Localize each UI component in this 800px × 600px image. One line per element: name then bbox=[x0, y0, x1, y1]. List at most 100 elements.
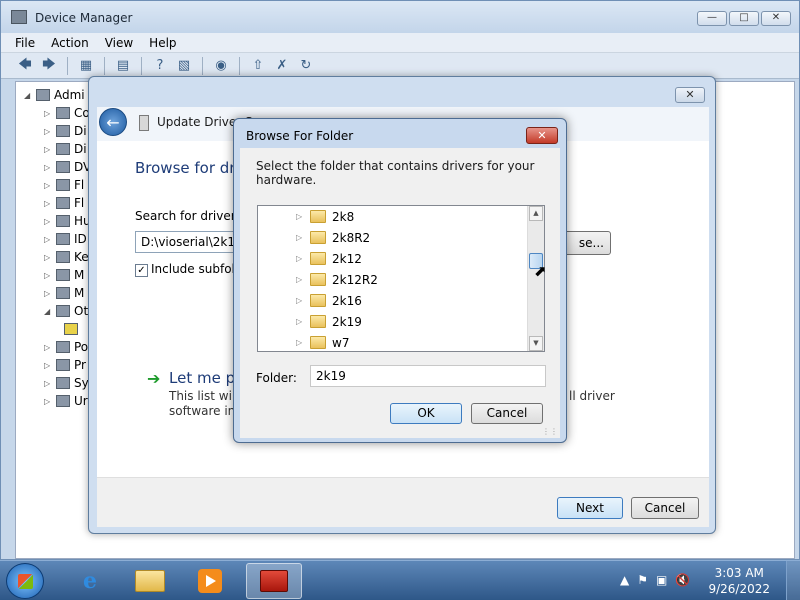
expand-arrow-icon[interactable]: ▷ bbox=[296, 233, 304, 242]
driver-path-input[interactable]: D:\vioserial\2k19 bbox=[135, 231, 243, 253]
wizard-close-button[interactable]: ✕ bbox=[675, 87, 705, 103]
resize-grip-icon[interactable]: ⋮⋮ bbox=[542, 427, 558, 436]
tree-item[interactable]: ▷ Ur bbox=[44, 392, 88, 410]
back-button[interactable]: ← bbox=[99, 108, 127, 136]
tree-item[interactable]: ▷ Ke bbox=[44, 248, 89, 266]
internet-explorer-button[interactable]: e bbox=[62, 563, 118, 599]
start-button[interactable] bbox=[6, 563, 44, 599]
back-arrow-icon[interactable]: 🡄 bbox=[15, 57, 35, 75]
expand-arrow-icon[interactable]: ▷ bbox=[44, 127, 52, 136]
floppy-controller-icon bbox=[56, 179, 70, 191]
expand-arrow-icon[interactable]: ▷ bbox=[44, 253, 52, 262]
windows-logo-icon bbox=[18, 574, 33, 589]
expand-arrow-icon[interactable]: ▷ bbox=[44, 379, 52, 388]
folder-item[interactable]: ▷ w7 bbox=[296, 332, 350, 351]
tree-item[interactable]: ▷ Fl bbox=[44, 176, 84, 194]
expand-arrow-icon[interactable]: ▷ bbox=[44, 163, 52, 172]
menu-help[interactable]: Help bbox=[149, 36, 176, 50]
next-button[interactable]: Next bbox=[557, 497, 623, 519]
expand-arrow-icon[interactable]: ▷ bbox=[44, 199, 52, 208]
expand-arrow-icon[interactable]: ▷ bbox=[44, 109, 52, 118]
folder-item[interactable]: ▷ 2k12 bbox=[296, 248, 362, 269]
scroll-up-button[interactable]: ▲ bbox=[529, 206, 543, 221]
tree-root[interactable]: ◢ Admi bbox=[24, 86, 85, 104]
network-icon[interactable]: ▣ bbox=[656, 573, 667, 587]
menu-bar: File Action View Help bbox=[1, 33, 799, 53]
folder-tree[interactable]: ▷ 2k8 ▷ 2k8R2 ▷ 2k12 ▷ 2k12R2 ▷ 2k16 ▷ 2k19 ▷ w… bbox=[257, 205, 545, 352]
device-manager-taskbar-button[interactable] bbox=[246, 563, 302, 599]
forward-arrow-icon[interactable]: 🡆 bbox=[39, 57, 59, 75]
tree-item[interactable]: ▷ Di bbox=[44, 140, 87, 158]
folder-item[interactable]: ▷ 2k8 bbox=[296, 206, 354, 227]
expand-arrow-icon[interactable]: ▷ bbox=[44, 217, 52, 226]
tree-item[interactable]: ▷ Pr bbox=[44, 356, 86, 374]
toolbar-separator bbox=[141, 56, 142, 75]
folder-input[interactable]: 2k19 bbox=[310, 365, 546, 387]
properties-icon[interactable]: ▤ bbox=[113, 57, 133, 75]
action-pane-icon[interactable]: ▧ bbox=[174, 57, 194, 75]
expand-arrow-icon[interactable]: ▷ bbox=[44, 145, 52, 154]
expand-arrow-icon[interactable]: ▷ bbox=[296, 212, 304, 221]
include-subfolders-checkbox[interactable]: ✓ bbox=[135, 264, 148, 277]
tree-item[interactable]: ▷ Fl bbox=[44, 194, 84, 212]
cancel-button[interactable]: Cancel bbox=[631, 497, 699, 519]
tree-item[interactable]: ▷ Sy bbox=[44, 374, 89, 392]
maximize-button[interactable]: □ bbox=[729, 11, 759, 26]
tree-item-child[interactable] bbox=[64, 320, 78, 338]
minimize-button[interactable]: — bbox=[697, 11, 727, 26]
expand-arrow-icon[interactable]: ▷ bbox=[296, 338, 304, 347]
enable-device-icon[interactable]: ↻ bbox=[296, 57, 316, 75]
expand-arrow-icon[interactable]: ▷ bbox=[44, 235, 52, 244]
clock[interactable]: 3:03 AM 9/26/2022 bbox=[708, 565, 770, 597]
expand-arrow-icon[interactable]: ▷ bbox=[296, 296, 304, 305]
tree-item[interactable]: ▷ Co bbox=[44, 104, 90, 122]
folder-label: w7 bbox=[332, 335, 350, 350]
tree-item-label: Ot bbox=[74, 304, 89, 318]
expand-arrow-icon[interactable]: ▷ bbox=[44, 343, 52, 352]
tree-item[interactable]: ▷ M bbox=[44, 266, 84, 284]
help-icon[interactable]: ? bbox=[150, 57, 170, 75]
show-hide-console-tree-icon[interactable]: ▦ bbox=[76, 57, 96, 75]
expand-arrow-icon[interactable]: ▷ bbox=[44, 397, 52, 406]
dialog-cancel-button[interactable]: Cancel bbox=[471, 403, 543, 424]
title-bar: Device Manager — □ ✕ bbox=[1, 1, 799, 33]
file-explorer-button[interactable] bbox=[122, 563, 178, 599]
ok-button[interactable]: OK bbox=[390, 403, 462, 424]
collapse-arrow-icon[interactable]: ◢ bbox=[44, 307, 52, 316]
tree-item[interactable]: ▷ DV bbox=[44, 158, 91, 176]
menu-file[interactable]: File bbox=[15, 36, 35, 50]
tree-item[interactable]: ▷ Po bbox=[44, 338, 88, 356]
tree-item[interactable]: ▷ Hu bbox=[44, 212, 91, 230]
expand-arrow-icon[interactable]: ◢ bbox=[24, 91, 32, 100]
menu-action[interactable]: Action bbox=[51, 36, 89, 50]
scroll-down-button[interactable]: ▼ bbox=[529, 336, 543, 351]
folder-item[interactable]: ▷ 2k8R2 bbox=[296, 227, 370, 248]
volume-muted-icon[interactable]: 🔇 bbox=[675, 573, 690, 587]
expand-arrow-icon[interactable]: ▷ bbox=[44, 181, 52, 190]
scan-hardware-icon[interactable]: ◉ bbox=[211, 57, 231, 75]
expand-arrow-icon[interactable]: ▷ bbox=[44, 289, 52, 298]
show-desktop-button[interactable] bbox=[786, 561, 800, 600]
uninstall-icon[interactable]: ✗ bbox=[272, 57, 292, 75]
dialog-close-button[interactable]: ✕ bbox=[526, 127, 558, 144]
folder-item-selected[interactable]: ▷ 2k19 bbox=[296, 311, 362, 332]
expand-arrow-icon[interactable]: ▷ bbox=[44, 271, 52, 280]
tree-item[interactable]: ▷ Di bbox=[44, 122, 87, 140]
tree-item[interactable]: ◢ Ot bbox=[44, 302, 88, 320]
expand-arrow-icon[interactable]: ▷ bbox=[44, 361, 52, 370]
tree-item[interactable]: ▷ ID bbox=[44, 230, 87, 248]
menu-view[interactable]: View bbox=[105, 36, 133, 50]
media-player-button[interactable] bbox=[182, 563, 238, 599]
expand-arrow-icon[interactable]: ▷ bbox=[296, 254, 304, 263]
close-button[interactable]: ✕ bbox=[761, 11, 791, 26]
action-center-flag-icon[interactable]: ⚑ bbox=[637, 573, 648, 587]
folder-item[interactable]: ▷ 2k12R2 bbox=[296, 269, 378, 290]
expand-arrow-icon[interactable]: ▷ bbox=[296, 317, 304, 326]
expand-arrow-icon[interactable]: ▷ bbox=[296, 275, 304, 284]
tree-item[interactable]: ▷ M bbox=[44, 284, 84, 302]
let-me-pick-link[interactable]: Let me pi bbox=[169, 369, 239, 387]
show-hidden-icons-icon[interactable]: ▲ bbox=[620, 573, 629, 587]
device-icon bbox=[139, 115, 149, 131]
folder-item[interactable]: ▷ 2k16 bbox=[296, 290, 362, 311]
update-driver-icon[interactable]: ⇧ bbox=[248, 57, 268, 75]
